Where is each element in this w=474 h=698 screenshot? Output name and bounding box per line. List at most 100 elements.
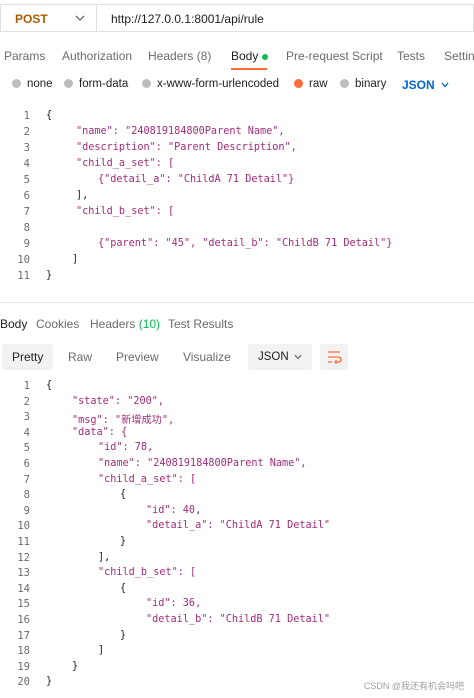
radio-binary[interactable]: binary: [340, 78, 386, 90]
method-select[interactable]: POST: [0, 4, 96, 32]
tab-response-headers[interactable]: Headers (10): [90, 317, 160, 331]
panel-divider[interactable]: [0, 302, 474, 303]
code-line: 7 "child_a_set": [: [0, 474, 474, 489]
body-indicator-dot: [262, 53, 269, 60]
code-text: {: [46, 110, 53, 121]
tab-authorization[interactable]: Authorization: [62, 49, 132, 63]
radio-circle-selected: [294, 79, 303, 88]
line-number: 17: [17, 629, 30, 642]
tab-body[interactable]: Body: [231, 49, 269, 63]
tab-pre-request-script[interactable]: Pre-request Script: [286, 49, 383, 63]
line-number: 3: [23, 142, 30, 154]
radio-none[interactable]: none: [12, 78, 53, 90]
line-number: 19: [17, 660, 30, 673]
line-number: 1: [23, 380, 30, 392]
tab-tests[interactable]: Tests: [397, 49, 425, 63]
line-number: 2: [23, 395, 30, 408]
code-line: 6],: [0, 190, 474, 205]
line-number: 18: [17, 645, 30, 658]
code-line: 10]: [0, 254, 474, 269]
code-line: 16 "detail_b": "ChildB 71 Detail": [0, 614, 474, 629]
tab-label: Headers: [90, 317, 136, 331]
line-number: 12: [17, 551, 30, 564]
tab-cookies[interactable]: Cookies: [36, 317, 79, 331]
code-line: 3 "description": "Parent Description",: [0, 142, 474, 157]
radio-label: form-data: [79, 78, 129, 90]
view-raw[interactable]: Raw: [58, 344, 102, 370]
format-label: JSON: [402, 78, 435, 92]
line-number: 4: [23, 426, 30, 439]
code-line: 8: [0, 222, 474, 237]
line-number: 5: [23, 442, 30, 455]
code-text: ],: [76, 190, 89, 201]
tab-test-results[interactable]: Test Results: [168, 317, 233, 331]
response-format-select[interactable]: JSON: [248, 344, 312, 370]
view-mode-group: Pretty Raw Preview Visualize: [0, 344, 240, 370]
code-text: {"parent": "45", "detail_b": "ChildB 71 …: [98, 238, 393, 249]
view-preview[interactable]: Preview: [106, 344, 169, 370]
code-line: 2 "state": "200",: [0, 396, 474, 411]
radio-label: binary: [355, 78, 387, 90]
line-number: 11: [17, 270, 30, 282]
format-label: JSON: [258, 351, 289, 363]
code-text: "id": 78,: [98, 442, 154, 454]
radio-circle: [340, 79, 349, 88]
line-number: 9: [23, 504, 30, 517]
url-input[interactable]: http://127.0.0.1:8001/api/rule: [96, 4, 474, 32]
radio-raw[interactable]: raw: [294, 78, 328, 90]
line-number: 7: [23, 206, 30, 218]
wrap-lines-button[interactable]: [320, 344, 348, 370]
code-text: }: [72, 660, 79, 672]
url-text: http://127.0.0.1:8001/api/rule: [111, 12, 264, 26]
code-line: 17}: [0, 630, 474, 645]
code-text: }: [46, 676, 53, 688]
radio-form-data[interactable]: form-data: [64, 78, 128, 90]
line-number: 3: [23, 411, 30, 424]
view-visualize[interactable]: Visualize: [173, 344, 241, 370]
code-line: 9 "id": 40,: [0, 505, 474, 520]
code-text: ]: [72, 254, 79, 265]
code-line: 19}: [0, 661, 474, 676]
line-number: 14: [17, 582, 30, 595]
response-tabs: Body Cookies Headers (10) Test Results: [0, 312, 474, 336]
chevron-down-icon: [441, 82, 449, 88]
line-number: 15: [17, 598, 30, 611]
code-text: "detail_a": "ChildA 71 Detail": [146, 520, 331, 532]
tab-response-body[interactable]: Body: [0, 317, 27, 331]
response-toolbar: Pretty Raw Preview Visualize JSON: [0, 344, 474, 372]
wrap-lines-icon: [328, 351, 342, 365]
active-tab-indicator: [231, 68, 267, 70]
line-number: 4: [23, 158, 30, 170]
tab-settings[interactable]: Settin: [444, 49, 474, 63]
view-pretty[interactable]: Pretty: [2, 344, 54, 370]
body-format-select[interactable]: JSON: [402, 78, 449, 92]
chevron-down-icon: [75, 15, 85, 21]
radio-circle: [142, 79, 151, 88]
code-line: 2 "name": "240819184800Parent Name",: [0, 126, 474, 141]
code-line: 12],: [0, 552, 474, 567]
line-number: 9: [23, 238, 30, 250]
code-text: "id": 40,: [146, 504, 202, 516]
code-text: {"detail_a": "ChildA 71 Detail"}: [98, 174, 295, 185]
code-line: 5 {"detail_a": "ChildA 71 Detail"}: [0, 174, 474, 189]
watermark-text: CSDN @我还有机会吗吧: [363, 681, 464, 691]
code-line: 4 "data": {: [0, 427, 474, 442]
radio-x-www-form-urlencoded[interactable]: x-www-form-urlencoded: [142, 78, 279, 90]
line-number: 16: [17, 614, 30, 626]
radio-label: none: [27, 78, 53, 90]
code-text: ]: [98, 645, 105, 657]
line-number: 1: [23, 110, 30, 122]
line-number: 8: [23, 489, 30, 502]
radio-label: raw: [309, 78, 328, 90]
code-text: "description": "Parent Description",: [76, 142, 297, 153]
line-number: 2: [23, 126, 30, 138]
tab-headers[interactable]: Headers (8): [148, 49, 211, 63]
code-text: "child_b_set": [: [98, 567, 197, 579]
code-text: }: [120, 629, 127, 641]
code-line: 1{: [0, 380, 474, 395]
tab-params[interactable]: Params: [4, 49, 45, 63]
code-text: }: [46, 270, 53, 281]
line-number: 10: [17, 254, 30, 266]
code-line: 14 {: [0, 583, 474, 598]
headers-count: (10): [138, 317, 161, 331]
